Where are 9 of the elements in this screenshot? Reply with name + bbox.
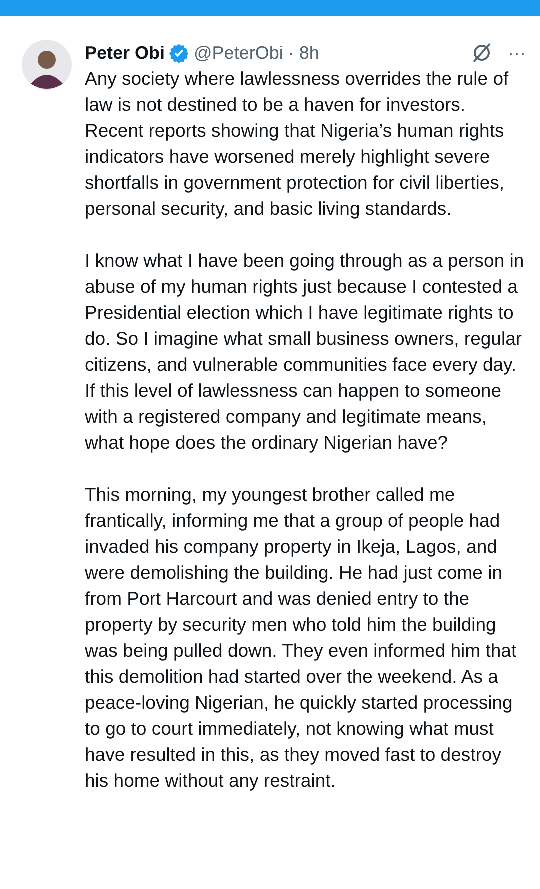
avatar: [22, 40, 72, 90]
tweet-paragraph: Any society where lawlessness overrides the rule of law is not destined to be a haven for investors. Recent reports showing that Nigeria’s human rights indicators have worsened merely highlight severe shortfalls in government protection for civil liberties, personal security, and basic living standards.: [85, 67, 510, 221]
author-name[interactable]: Peter Obi: [85, 40, 166, 66]
user-handle[interactable]: @PeterObi: [194, 40, 284, 66]
tweet-paragraph: This morning, my youngest brother called me frantically, informing me that a group of people had invaded his company property in Ikeja, Lagos, and were demolishing the building. He had just come in from Port Harcourt and was denied entry to the property by security men who told him the building was being pulled down. They even informed him that this demolition had started over the weekend. As a peace-loving Nigerian, he quickly started processing to go to court immediately, not knowing what must have resulted in this, as they moved fast to destroy his home without any restraint.: [85, 483, 518, 793]
post-time: 8h: [299, 42, 320, 64]
separator-dot: ·: [288, 42, 294, 64]
tweet-paragraph: I know what I have been going through as a person in abuse of my human rights just because I contested a Presidential election which I have legitimate rights to do. So I imagine what small business owners, regular citizens, and vulnerable communities face every day. If this level of lawlessness can happen to someone with a registered company and legitimate means, what hope does the ordinary Nigerian have?: [85, 249, 526, 455]
more-options-button[interactable]: ···: [508, 44, 526, 62]
